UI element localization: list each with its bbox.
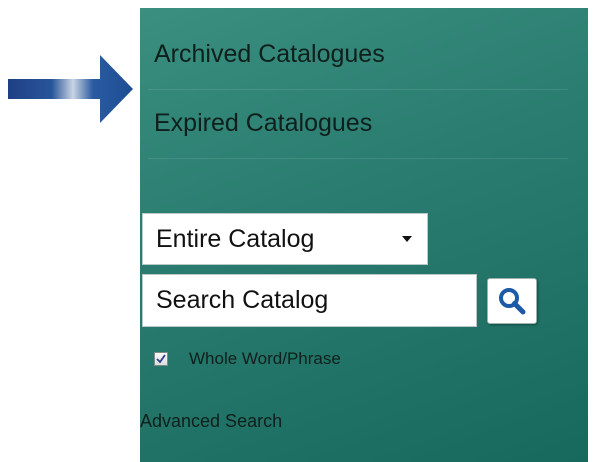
search-input[interactable] (142, 274, 477, 327)
whole-word-option[interactable]: Whole Word/Phrase (154, 349, 341, 369)
page-root: Archived Catalogues Expired Catalogues E… (0, 0, 594, 462)
advanced-search-link[interactable]: Advanced Search (140, 411, 282, 432)
archived-catalogues-link[interactable]: Archived Catalogues (154, 40, 385, 69)
search-scope-select[interactable]: Entire Catalog (142, 213, 428, 265)
whole-word-checkbox[interactable] (154, 352, 168, 366)
nav-divider (148, 158, 568, 159)
expired-catalogues-link[interactable]: Expired Catalogues (154, 109, 372, 138)
catalog-sidebar: Archived Catalogues Expired Catalogues E… (140, 8, 588, 462)
chevron-down-icon (402, 236, 412, 242)
checkmark-icon (156, 354, 166, 364)
nav-divider (148, 89, 568, 90)
search-scope-value: Entire Catalog (156, 224, 315, 253)
whole-word-label: Whole Word/Phrase (189, 349, 341, 368)
arrow-right-icon (8, 55, 133, 123)
search-button[interactable] (487, 278, 537, 324)
magnifier-icon (499, 288, 526, 315)
